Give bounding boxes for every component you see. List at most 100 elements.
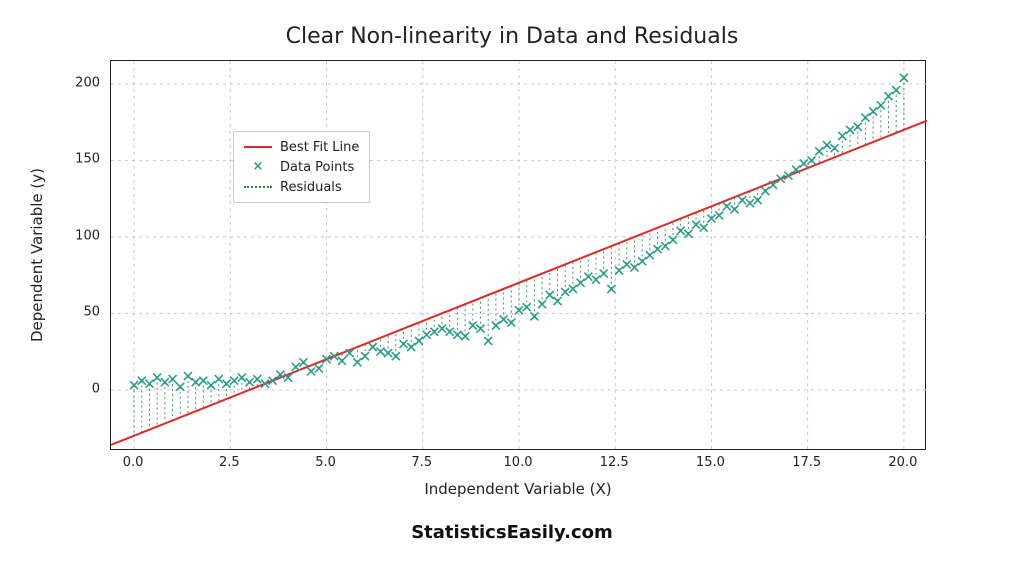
footer-text: StatisticsEasily.com: [0, 522, 1024, 543]
data-point-marker: [584, 273, 592, 281]
data-point-marker: [145, 380, 153, 388]
y-tick-label: 0: [92, 381, 100, 396]
legend-label: Best Fit Line: [280, 140, 359, 155]
data-point-marker: [569, 285, 577, 293]
data-point-marker: [707, 215, 715, 223]
data-point-marker: [777, 175, 785, 183]
data-point-marker: [338, 357, 346, 365]
data-point-marker: [538, 300, 546, 308]
data-point-marker: [892, 86, 900, 94]
data-point-marker: [430, 328, 438, 336]
data-point-marker: [192, 378, 200, 386]
data-point-marker: [677, 227, 685, 235]
plot-area: Best Fit Line × Data Points Residuals: [110, 60, 926, 450]
data-point-marker: [592, 276, 600, 284]
data-point-marker: [523, 303, 531, 311]
data-point-marker: [754, 196, 762, 204]
data-point-marker: [407, 343, 415, 351]
data-point-marker: [207, 381, 215, 389]
data-point-marker: [646, 251, 654, 259]
data-point-marker: [715, 211, 723, 219]
data-point-marker: [623, 260, 631, 268]
data-point-marker: [199, 377, 207, 385]
data-point-marker: [169, 375, 177, 383]
data-point-marker: [138, 377, 146, 385]
data-point-marker: [507, 319, 515, 327]
y-tick-label: 150: [75, 152, 100, 167]
data-point-marker: [530, 312, 538, 320]
data-point-marker: [246, 378, 254, 386]
data-point-marker: [500, 315, 508, 323]
data-point-marker: [423, 331, 431, 339]
data-point-marker: [453, 331, 461, 339]
data-point-marker: [861, 114, 869, 122]
data-point-marker: [261, 380, 269, 388]
data-point-marker: [869, 107, 877, 115]
data-point-marker: [669, 236, 677, 244]
data-point-marker: [838, 132, 846, 140]
data-point-marker: [638, 257, 646, 265]
data-point-marker: [577, 279, 585, 287]
x-tick-label: 7.5: [411, 455, 432, 470]
data-point-marker: [215, 375, 223, 383]
data-point-marker: [684, 230, 692, 238]
legend: Best Fit Line × Data Points Residuals: [233, 131, 370, 203]
data-point-marker: [784, 172, 792, 180]
data-point-marker: [700, 224, 708, 232]
data-point-marker: [731, 205, 739, 213]
data-point-marker: [823, 141, 831, 149]
x-tick-label: 5.0: [315, 455, 336, 470]
data-point-marker: [808, 156, 816, 164]
x-tick-label: 2.5: [219, 455, 240, 470]
y-axis-label: Dependent Variable (y): [28, 60, 48, 450]
data-layer: [111, 61, 925, 449]
x-tick-label: 15.0: [696, 455, 725, 470]
data-point-marker: [654, 245, 662, 253]
data-point-marker: [369, 343, 377, 351]
data-point-marker: [692, 221, 700, 229]
data-point-marker: [153, 374, 161, 382]
y-tick-label: 100: [75, 228, 100, 243]
y-tick-label: 200: [75, 75, 100, 90]
x-axis-label: Independent Variable (X): [110, 480, 926, 498]
data-point-marker: [900, 74, 908, 82]
data-point-marker: [253, 375, 261, 383]
data-point-marker: [600, 270, 608, 278]
x-tick-label: 20.0: [888, 455, 917, 470]
data-point-marker: [161, 378, 169, 386]
legend-entry-data-points: × Data Points: [244, 157, 359, 177]
data-point-marker: [469, 322, 477, 330]
data-point-marker: [854, 123, 862, 131]
data-point-marker: [723, 202, 731, 210]
data-point-marker: [299, 358, 307, 366]
data-point-marker: [438, 325, 446, 333]
legend-entry-residuals: Residuals: [244, 177, 359, 197]
data-point-marker: [492, 322, 500, 330]
legend-entry-fit-line: Best Fit Line: [244, 137, 359, 157]
y-tick-label: 50: [83, 305, 100, 320]
data-point-marker: [561, 288, 569, 296]
data-point-marker: [630, 263, 638, 271]
data-point-marker: [553, 297, 561, 305]
data-point-marker: [392, 352, 400, 360]
data-point-marker: [323, 355, 331, 363]
data-point-marker: [746, 199, 754, 207]
data-point-marker: [446, 328, 454, 336]
x-tick-label: 10.0: [504, 455, 533, 470]
data-point-marker: [292, 363, 300, 371]
data-point-marker: [661, 242, 669, 250]
data-point-marker: [330, 352, 338, 360]
data-point-marker: [738, 196, 746, 204]
data-point-marker: [400, 340, 408, 348]
data-point-marker: [176, 383, 184, 391]
data-point-marker: [877, 101, 885, 109]
data-point-marker: [353, 358, 361, 366]
legend-label: Data Points: [280, 160, 354, 175]
data-point-marker: [269, 377, 277, 385]
x-tick-label: 0.0: [123, 455, 144, 470]
data-point-marker: [415, 337, 423, 345]
data-point-marker: [461, 332, 469, 340]
line-icon: [244, 140, 272, 154]
data-point-marker: [846, 126, 854, 134]
data-point-marker: [615, 267, 623, 275]
